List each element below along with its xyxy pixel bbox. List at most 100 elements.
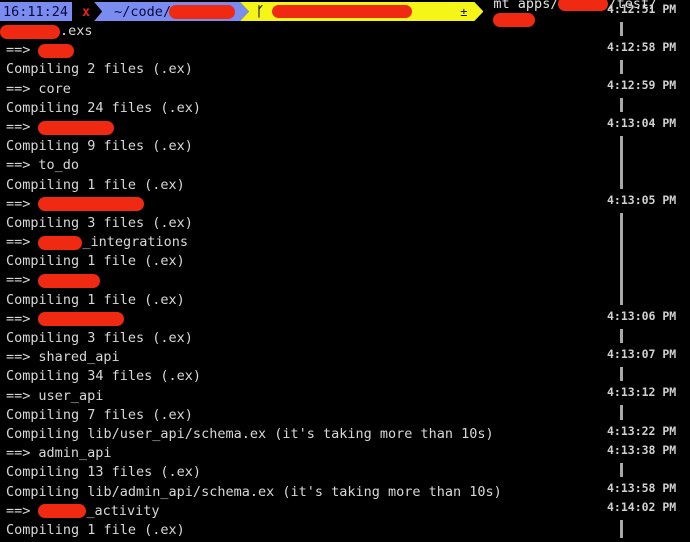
redaction-mark [38, 120, 115, 135]
prompt-status-segment: x [72, 2, 101, 21]
redaction-mark [38, 235, 83, 250]
line-text: _activity [86, 502, 160, 519]
timestamp: 4:13:58 PM [607, 481, 677, 495]
output-line: Compiling 9 files (.ex) [6, 137, 502, 156]
error-status-icon: x [82, 3, 91, 20]
arrow-marker: ==> [6, 234, 31, 251]
timestamp: 4:12:59 PM [607, 78, 677, 92]
line-text: to_do [38, 157, 80, 174]
app-header-line: ==> [6, 310, 502, 329]
app-header-line: ==> [6, 41, 502, 60]
line-text: admin_api [38, 445, 112, 462]
timestamp: 4:12:58 PM [607, 40, 677, 54]
redaction-mark [38, 312, 125, 327]
arrow-marker: ==> [6, 42, 31, 59]
timestamp: 4:12:51 PM [607, 2, 677, 16]
output-line: Compiling 2 files (.ex) [6, 60, 502, 79]
timestamp: 4:13:06 PM [607, 309, 677, 323]
timeline-bar [620, 329, 623, 343]
timeline-bar [620, 136, 623, 189]
line-text: Compiling 1 file (.ex) [6, 176, 185, 193]
arrow-marker: ==> [6, 195, 31, 212]
timestamp: 4:13:07 PM [607, 347, 677, 361]
output-line: Compiling 1 file (.ex) [6, 252, 502, 271]
line-text: shared_api [38, 349, 120, 366]
prompt-directory: ~/code/ [114, 3, 172, 20]
line-text: Compiling 1 file (.ex) [6, 253, 185, 270]
shell-prompt: 16:11:24 x ~/code/ ᚴ ± mt apps//test/ [0, 0, 690, 27]
line-text: Compiling 1 file (.ex) [6, 291, 185, 308]
app-header-line: ==> core [6, 80, 502, 99]
timeline-bar [620, 22, 623, 36]
line-text: Compiling lib/user_api/schema.ex (it's t… [6, 425, 494, 442]
arrow-marker: ==> [6, 349, 31, 366]
terminal-output: .exs ==> Compiling 2 files (.ex) ==> core Com… [0, 22, 502, 540]
app-header-line: ==> user_api [6, 387, 502, 406]
output-line: .exs [0, 22, 502, 41]
line-text: Compiling 7 files (.ex) [6, 406, 193, 423]
line-text: Compiling 9 files (.ex) [6, 138, 193, 155]
redaction-mark [0, 24, 60, 39]
arrow-marker: ==> [6, 157, 31, 174]
output-line: Compiling 24 files (.ex) [6, 99, 502, 118]
command-text: mt apps/ [493, 0, 559, 12]
prompt-time-segment: 16:11:24 [0, 2, 73, 21]
output-line: Compiling 34 files (.ex) [6, 367, 502, 386]
line-text: Compiling 13 files (.ex) [6, 464, 202, 481]
redaction-mark [38, 504, 87, 519]
redaction-mark [558, 0, 609, 11]
git-dirty-indicator: ± [460, 4, 468, 19]
line-text: Compiling lib/admin_api/schema.ex (it's … [6, 483, 502, 500]
line-text: Compiling 1 file (.ex) [6, 521, 185, 538]
timestamp: 4:14:02 PM [607, 500, 677, 514]
prompt-git-segment: ᚴ ± [240, 2, 483, 21]
timestamp: 4:13:12 PM [607, 385, 677, 399]
timeline-bar [620, 463, 623, 477]
line-text: core [38, 80, 71, 97]
timestamp: 4:13:04 PM [607, 116, 677, 130]
timestamp: 4:13:22 PM [607, 424, 677, 438]
output-line: Compiling lib/user_api/schema.ex (it's t… [6, 425, 502, 444]
line-text: Compiling 3 files (.ex) [6, 214, 193, 231]
app-header-line: ==> admin_api [6, 444, 502, 463]
arrow-marker: ==> [6, 310, 31, 327]
arrow-marker: ==> [6, 445, 31, 462]
redaction-mark [38, 197, 145, 212]
timestamp: 4:13:38 PM [607, 443, 677, 457]
git-branch-icon: ᚴ [256, 3, 265, 20]
output-line: Compiling 1 file (.ex) [6, 521, 502, 540]
line-text: .exs [60, 23, 93, 39]
arrow-marker: ==> [6, 80, 31, 97]
line-text: Compiling 24 files (.ex) [6, 99, 202, 116]
app-header-line: ==> _integrations [6, 233, 502, 252]
timeline-bar [620, 213, 623, 305]
output-line: Compiling 13 files (.ex) [6, 463, 502, 482]
timeline-bar [620, 60, 623, 74]
output-line: Compiling 3 files (.ex) [6, 329, 502, 348]
line-text: _integrations [82, 234, 189, 251]
line-text: user_api [38, 387, 104, 404]
timeline-bar [620, 367, 623, 381]
output-line: Compiling 7 files (.ex) [6, 406, 502, 425]
arrow-marker: ==> [6, 502, 31, 519]
line-text: Compiling 34 files (.ex) [6, 368, 202, 385]
redaction-mark [272, 5, 412, 18]
timeline-bar [620, 405, 623, 420]
line-text: Compiling 3 files (.ex) [6, 330, 193, 346]
prompt-time: 16:11:24 [3, 3, 69, 20]
prompt-directory-segment: ~/code/ [94, 2, 249, 21]
timeline-bar [620, 98, 623, 112]
arrow-marker: ==> [6, 118, 31, 135]
output-line: Compiling 3 files (.ex) [6, 214, 502, 233]
output-line: Compiling 1 file (.ex) [6, 291, 502, 310]
arrow-marker: ==> [6, 387, 31, 404]
app-header-line: ==> [6, 271, 502, 290]
app-header-line: ==> [6, 118, 502, 137]
redaction-mark [38, 43, 75, 58]
redaction-mark [169, 5, 235, 19]
timestamp: 4:13:05 PM [607, 193, 677, 207]
app-header-line: ==> _activity [6, 502, 502, 521]
app-header-line: ==> to_do [6, 156, 502, 175]
line-text: Compiling 2 files (.ex) [6, 61, 193, 78]
redaction-mark [38, 274, 101, 289]
